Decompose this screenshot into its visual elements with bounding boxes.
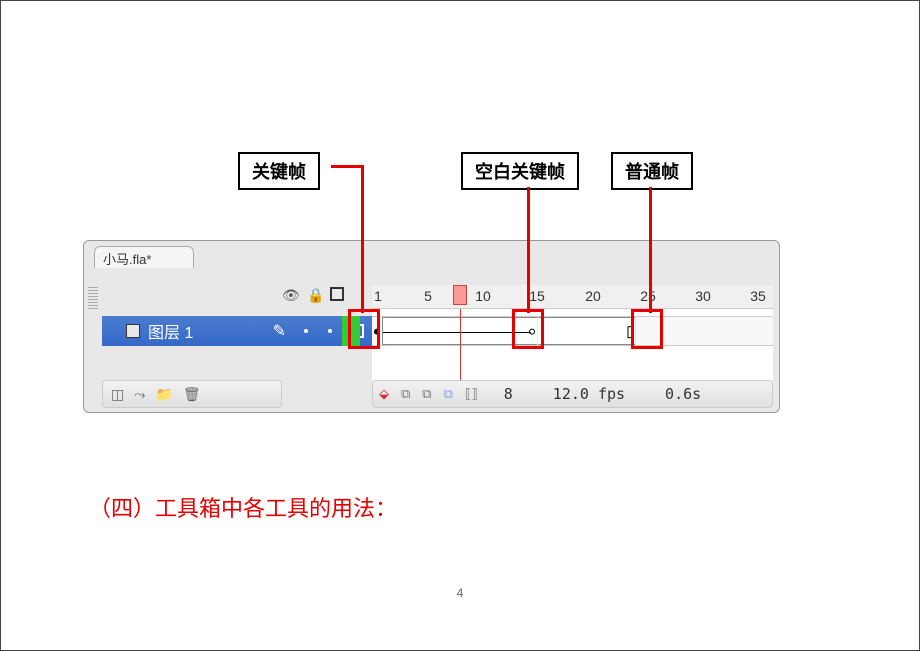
layer-name: 图层 1 — [148, 319, 193, 343]
document-tab[interactable]: 小马.fla* — [94, 246, 194, 268]
frame-span[interactable] — [383, 317, 636, 345]
callout-line — [331, 165, 363, 168]
callout-line-v3 — [649, 187, 652, 313]
callout-line-v1 — [361, 165, 364, 313]
timeline-panel: 小马.fla* 👁 🔒 图层 1 1 5 10 15 20 25 30 35 — [83, 240, 780, 413]
visibility-dot[interactable] — [304, 329, 308, 333]
callout-line-v2 — [527, 187, 530, 313]
onion-skin-icon[interactable]: ⧉ — [401, 386, 410, 402]
keyframe-1[interactable] — [372, 317, 383, 345]
current-frame: 8 — [504, 385, 513, 403]
new-motion-guide-icon[interactable]: ⤳ — [134, 386, 145, 403]
ruler-tick: 5 — [424, 288, 432, 304]
layer-controls: ◫ ⤳ 📁 🗑 — [102, 380, 282, 408]
callout-blank-keyframe: 空白关键帧 — [461, 152, 579, 190]
normal-frame-icon — [628, 326, 633, 338]
ruler-tick: 20 — [585, 288, 601, 304]
elapsed-time: 0.6s — [665, 385, 701, 403]
ruler-tick: 30 — [695, 288, 711, 304]
playhead[interactable] — [453, 285, 467, 305]
ruler-tick: 10 — [475, 288, 491, 304]
new-layer-icon[interactable]: ◫ — [111, 386, 124, 403]
layer-header: 👁 🔒 — [102, 285, 372, 305]
outline-icon[interactable] — [330, 287, 344, 301]
panel-grip[interactable] — [88, 285, 98, 309]
ruler-tick: 35 — [750, 288, 766, 304]
page-number: 4 — [457, 586, 464, 600]
new-folder-icon[interactable]: 📁 — [155, 386, 172, 403]
ruler-tick: 15 — [529, 288, 545, 304]
modify-markers-icon[interactable]: ⟦⟧ — [465, 386, 478, 402]
eye-icon[interactable]: 👁 — [282, 287, 300, 304]
callout-keyframe: 关键帧 — [238, 152, 320, 190]
ruler-tick: 25 — [640, 288, 656, 304]
keyframe-dot-icon — [374, 329, 380, 335]
layer-type-icon — [126, 324, 140, 338]
blank-keyframe[interactable] — [527, 317, 538, 345]
delete-layer-icon[interactable]: 🗑 — [183, 386, 201, 403]
normal-frame-end[interactable] — [625, 317, 636, 345]
playhead-line — [460, 309, 461, 387]
edit-multiple-frames-icon[interactable]: ⧉ — [444, 386, 453, 402]
layer-row[interactable]: 图层 1 — [102, 316, 372, 346]
pencil-icon — [273, 321, 286, 341]
timeline-frames[interactable] — [372, 309, 773, 387]
frame-line — [383, 332, 531, 333]
frame-rate: 12.0 fps — [553, 385, 625, 403]
section-heading: （四）工具箱中各工具的用法： — [89, 491, 397, 523]
ruler-tick: 1 — [374, 288, 382, 304]
lock-dot[interactable] — [328, 329, 332, 333]
onion-skin-outlines-icon[interactable]: ⧉ — [422, 386, 431, 402]
frames-row[interactable] — [372, 316, 773, 346]
callout-normal-frame: 普通帧 — [611, 152, 693, 190]
timeline-status-bar: ⬙ ⧉ ⧉ ⧉ ⟦⟧ 8 12.0 fps 0.6s — [372, 380, 773, 408]
frame-ruler[interactable]: 1 5 10 15 20 25 30 35 — [372, 285, 773, 309]
lock-icon[interactable]: 🔒 — [307, 287, 324, 304]
active-frame-indicator — [342, 316, 360, 346]
center-frame-icon[interactable]: ⬙ — [379, 386, 389, 402]
